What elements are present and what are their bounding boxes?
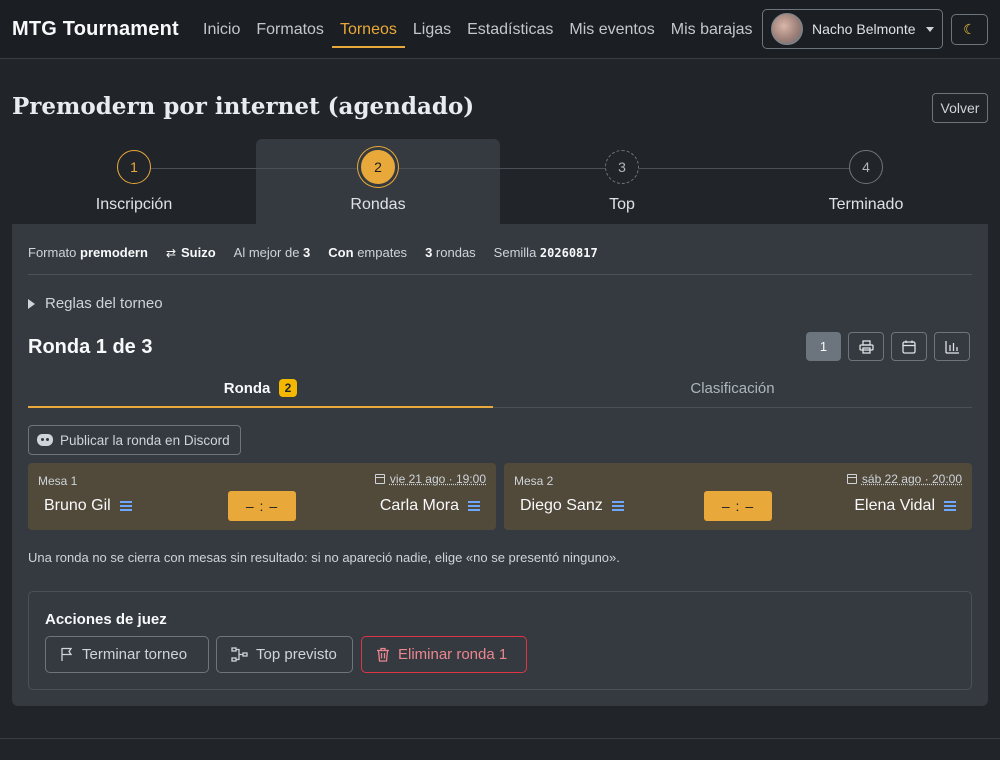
nav-link-mis-eventos[interactable]: Mis eventos: [561, 0, 662, 59]
calendar-icon: [902, 340, 916, 354]
nav-link-estadisticas[interactable]: Estadísticas: [459, 0, 561, 59]
print-button[interactable]: [848, 332, 884, 361]
round-notice: Una ronda no se cierra con mesas sin res…: [28, 550, 620, 565]
meta-rounds: 3 rondas: [425, 244, 476, 260]
round-badge: 2: [278, 379, 298, 397]
round-tabs: Ronda 2 Clasificación: [28, 370, 972, 408]
brand-logo[interactable]: MTG Tournament: [12, 18, 179, 41]
round-1-button[interactable]: 1: [806, 332, 841, 361]
round-toolbar: 1: [806, 332, 977, 361]
calendar-button[interactable]: [891, 332, 927, 361]
step-number: 1: [117, 150, 151, 184]
divider: [28, 274, 972, 275]
decklist-icon[interactable]: [944, 501, 956, 511]
moon-icon: ☾: [963, 21, 976, 37]
step-label: Inscripción: [95, 196, 173, 213]
step-number: 3: [605, 150, 639, 184]
nav-link-inicio[interactable]: Inicio: [195, 0, 248, 59]
flag-icon: [61, 647, 73, 661]
meta-seed: Semilla 20260817: [493, 244, 598, 260]
discord-publish-button[interactable]: Publicar la ronda en Discord: [28, 425, 241, 455]
match-card: Mesa 1 vie 21 ago · 19:00 Bruno Gil – : …: [28, 463, 496, 530]
rules-toggle[interactable]: Reglas del torneo: [28, 295, 163, 312]
step-label: Rondas: [350, 196, 406, 213]
calendar-icon: [846, 474, 857, 484]
meta-format: Formato premodern: [28, 244, 148, 260]
step-number: 4: [849, 150, 883, 184]
step-label: Terminado: [828, 196, 904, 213]
back-button[interactable]: Volver: [932, 93, 988, 123]
rules-label: Reglas del torneo: [45, 295, 163, 312]
trash-icon: [377, 647, 389, 662]
decklist-icon[interactable]: [611, 501, 624, 511]
table-label: Mesa 2: [514, 474, 554, 488]
nav-link-torneos[interactable]: Torneos: [331, 0, 405, 59]
printer-icon: [858, 339, 874, 354]
round-title: Ronda 1 de 3: [28, 336, 153, 358]
step-label: Top: [609, 196, 635, 213]
step-top[interactable]: 3 Top: [500, 150, 744, 214]
finish-tournament-button[interactable]: Terminar torneo: [45, 636, 209, 673]
user-name: Nacho Belmonte: [812, 21, 916, 37]
tab-clasificacion[interactable]: Clasificación: [493, 370, 972, 407]
tournament-meta: Formato premodern ⇄ Suizo Al mejor de 3 C…: [28, 244, 616, 260]
score-button[interactable]: – : –: [228, 491, 296, 521]
table-label: Mesa 1: [38, 474, 78, 488]
bar-chart-icon: [944, 340, 959, 354]
judge-actions: Acciones de juez Terminar torneo Top pre…: [28, 591, 972, 690]
decklist-icon[interactable]: [468, 501, 480, 511]
player-1[interactable]: Diego Sanz: [520, 497, 624, 515]
meta-system: ⇄ Suizo: [165, 244, 216, 260]
step-rondas[interactable]: 2 Rondas: [256, 150, 500, 214]
swap-icon: ⇄: [165, 245, 176, 260]
top-preview-button[interactable]: Top previsto: [216, 636, 353, 673]
step-number: 2: [361, 150, 395, 184]
discord-button-label: Publicar la ronda en Discord: [60, 432, 230, 448]
page-title: Premodern por internet (agendado): [12, 93, 475, 120]
match-card: Mesa 2 sáb 22 ago · 20:00 Diego Sanz – :…: [504, 463, 972, 530]
nav-links: Inicio Formatos Torneos Ligas Estadístic…: [195, 0, 761, 59]
avatar: [771, 13, 803, 45]
meta-draws: Con empates: [328, 244, 408, 260]
player-1[interactable]: Bruno Gil: [44, 497, 132, 515]
judge-actions-title: Acciones de juez: [45, 611, 167, 628]
nav-link-ligas[interactable]: Ligas: [405, 0, 459, 59]
stats-button[interactable]: [934, 332, 970, 361]
triangle-right-icon: [28, 298, 35, 309]
player-2[interactable]: Elena Vidal: [854, 497, 956, 515]
delete-round-button[interactable]: Eliminar ronda 1: [361, 636, 527, 673]
nav-link-formatos[interactable]: Formatos: [248, 0, 332, 59]
footer-divider: [0, 738, 1000, 739]
step-terminado[interactable]: 4 Terminado: [744, 150, 988, 214]
discord-icon: [37, 434, 53, 446]
calendar-icon: [374, 474, 385, 484]
tab-ronda[interactable]: Ronda 2: [28, 370, 493, 408]
match-date[interactable]: vie 21 ago · 19:00: [374, 472, 486, 486]
caret-down-icon: [926, 27, 934, 32]
user-menu-button[interactable]: Nacho Belmonte: [762, 9, 943, 49]
match-date[interactable]: sáb 22 ago · 20:00: [846, 472, 962, 486]
decklist-icon[interactable]: [119, 501, 132, 511]
step-inscripcion[interactable]: 1 Inscripción: [12, 150, 256, 214]
navbar: MTG Tournament Inicio Formatos Torneos L…: [0, 0, 1000, 59]
meta-best-of: Al mejor de 3: [233, 244, 311, 260]
bracket-icon: [231, 647, 248, 662]
nav-link-mis-barajas[interactable]: Mis barajas: [663, 0, 761, 59]
player-2[interactable]: Carla Mora: [380, 497, 480, 515]
theme-toggle-button[interactable]: ☾: [951, 14, 988, 45]
score-button[interactable]: – : –: [704, 491, 772, 521]
